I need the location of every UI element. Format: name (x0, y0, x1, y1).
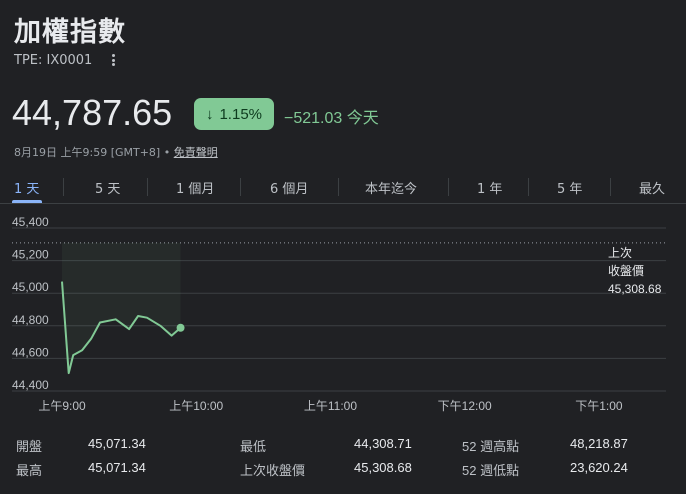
stat-label-prev-close: 上次收盤價 (240, 463, 306, 478)
tab-divider (63, 178, 64, 196)
ticker-symbol: TPE: IX0001 (14, 52, 93, 68)
y-tick-label: 45,000 (12, 280, 49, 294)
tab-1-day[interactable]: 1 天 (14, 178, 39, 197)
tab-divider (528, 178, 529, 196)
price-chart[interactable]: 45,400 45,200 45,000 44,800 44,600 44,400 上午9:… (0, 210, 686, 420)
series-point (61, 280, 63, 282)
y-tick-label: 45,200 (12, 248, 49, 262)
y-tick-label: 45,400 (12, 215, 49, 229)
change-percent-badge: ↓ 1.15% (194, 98, 274, 130)
stat-value-prev-close: 45,308.68 (354, 460, 412, 475)
range-tabs: 1 天 5 天 1 個月 6 個月 本年迄今 1 年 5 年 最久 (0, 172, 686, 203)
disclaimer-link[interactable]: 免責聲明 (174, 146, 218, 159)
stat-value-52w-high: 48,218.87 (570, 436, 628, 451)
tab-6-months[interactable]: 6 個月 (270, 178, 308, 197)
change-value: −521.03 今天 (284, 110, 379, 127)
current-point-dot (176, 323, 185, 332)
prev-close-value: 45,308.68 (608, 282, 662, 296)
stat-label-52w-low: 52 週低點 (462, 463, 520, 478)
y-tick-label: 44,400 (12, 378, 49, 392)
tab-divider (147, 178, 148, 196)
prev-close-label-line1: 上次 (608, 246, 633, 260)
change-percent: 1.15% (219, 105, 263, 123)
stat-value-high: 45,071.34 (88, 460, 146, 475)
stat-label-high: 最高 (16, 463, 43, 478)
series-point (170, 334, 172, 336)
stat-value-low: 44,308.71 (354, 436, 412, 451)
series-point (99, 321, 101, 323)
series-area (62, 242, 181, 374)
stat-value-52w-low: 23,620.24 (570, 460, 628, 475)
x-tick-label: 下午12:00 (438, 399, 492, 413)
finance-panel: 加權指數 TPE: IX0001 44,787.65 ↓ 1.15% −521.… (0, 0, 686, 494)
more-options-icon[interactable] (106, 52, 120, 68)
current-price: 44,787.65 (12, 92, 173, 133)
series-point (137, 315, 139, 317)
series-point (114, 318, 116, 320)
tab-1-month[interactable]: 1 個月 (176, 178, 214, 197)
tab-5-years[interactable]: 5 年 (557, 178, 582, 197)
ticker-row: TPE: IX0001 (14, 52, 120, 68)
timestamp: 8月19日 上午9:59 [GMT+8] • (14, 146, 174, 159)
series-point (146, 316, 148, 318)
stat-label-low: 最低 (240, 439, 267, 454)
tab-divider (240, 178, 241, 196)
series-point (90, 338, 92, 340)
stat-label-open: 開盤 (16, 439, 43, 454)
tab-ytd[interactable]: 本年迄今 (365, 178, 417, 197)
arrow-down-icon: ↓ (205, 105, 214, 123)
tab-1-year[interactable]: 1 年 (477, 178, 502, 197)
tabs-divider (0, 203, 686, 204)
prev-close-label-line2: 收盤價 (608, 264, 645, 278)
y-tick-label: 44,600 (12, 345, 49, 359)
tab-divider (338, 178, 339, 196)
stat-value-open: 45,071.34 (88, 436, 146, 451)
stat-label-52w-high: 52 週高點 (462, 439, 520, 454)
series-point (159, 325, 161, 327)
quote-meta: 8月19日 上午9:59 [GMT+8] • 免責聲明 (14, 144, 218, 160)
tab-divider (448, 178, 449, 196)
tab-divider (610, 178, 611, 196)
index-title: 加權指數 (14, 17, 126, 48)
prev-close-label: 上次 收盤價 45,308.68 (608, 244, 661, 298)
y-tick-label: 44,800 (12, 313, 49, 327)
series-point (72, 354, 74, 356)
x-tick-label: 上午10:00 (169, 399, 223, 413)
series-point (81, 349, 83, 351)
x-tick-label: 上午9:00 (38, 399, 86, 413)
series-point (128, 328, 130, 330)
x-tick-label: 上午11:00 (304, 399, 357, 413)
tab-5-days[interactable]: 5 天 (95, 178, 120, 197)
tab-max[interactable]: 最久 (639, 178, 665, 197)
series-point (68, 372, 70, 374)
x-tick-label: 下午1:00 (575, 399, 623, 413)
